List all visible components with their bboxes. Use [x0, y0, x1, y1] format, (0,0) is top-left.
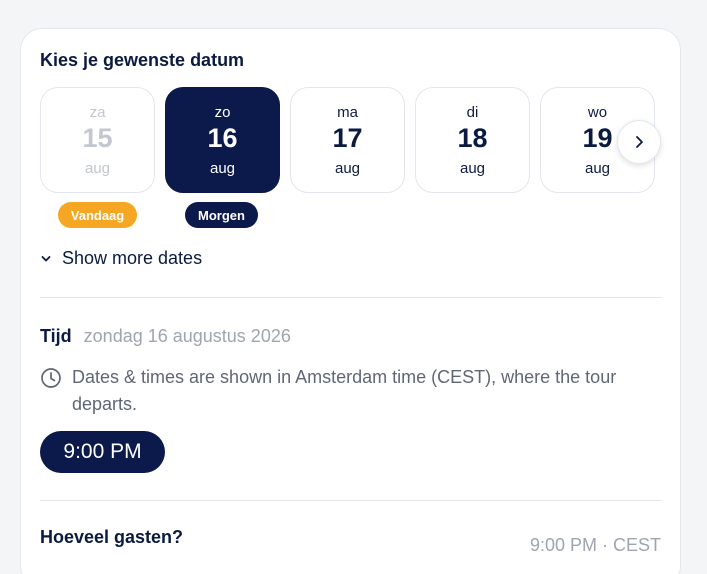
date-dow: za [89, 104, 106, 121]
date-dow: wo [587, 104, 608, 121]
time-slot-button[interactable]: 9:00 PM [40, 431, 165, 473]
divider [40, 500, 662, 501]
tomorrow-badge: Morgen [185, 202, 258, 228]
chevron-down-icon [41, 255, 51, 261]
date-dow: ma [337, 104, 358, 121]
time-label: Tijd [40, 326, 72, 346]
today-badge: Vandaag [58, 202, 137, 228]
divider [40, 297, 662, 298]
date-day: 18 [457, 123, 488, 153]
date-day: 16 [207, 123, 238, 153]
chevron-right-icon [636, 136, 643, 148]
show-more-dates-button[interactable]: Show more dates [40, 248, 202, 269]
date-day: 15 [82, 123, 113, 153]
date-month: aug [459, 160, 486, 177]
date-tile-15[interactable]: za 15 aug [40, 87, 155, 193]
date-month: aug [209, 160, 236, 177]
date-tile-16[interactable]: zo 16 aug [165, 87, 280, 193]
guests-time-summary: 9:00 PM · CEST [529, 535, 661, 555]
date-tile-17[interactable]: ma 17 aug [290, 87, 405, 193]
date-dow: zo [214, 104, 231, 121]
date-day: 17 [332, 123, 363, 153]
date-heading: Kies je gewenste datum [40, 50, 245, 70]
selected-date-text: zondag 16 augustus 2026 [83, 326, 291, 346]
time-header: Tijd zondag 16 augustus 2026 [40, 326, 291, 347]
guests-heading: Hoeveel gasten? [40, 527, 184, 547]
show-more-label: Show more dates [62, 248, 203, 268]
clock-icon [41, 368, 61, 388]
timezone-note-text: Dates & times are shown in Amsterdam tim… [72, 367, 617, 414]
date-tile-18[interactable]: di 18 aug [415, 87, 530, 193]
date-month: aug [84, 160, 111, 177]
next-dates-button[interactable] [617, 120, 661, 164]
date-month: aug [334, 160, 361, 177]
date-dow: di [466, 104, 479, 121]
timezone-note: Dates & times are shown in Amsterdam tim… [40, 364, 640, 418]
booking-card: Kies je gewenste datum za 15 aug zo 16 a… [20, 28, 681, 574]
